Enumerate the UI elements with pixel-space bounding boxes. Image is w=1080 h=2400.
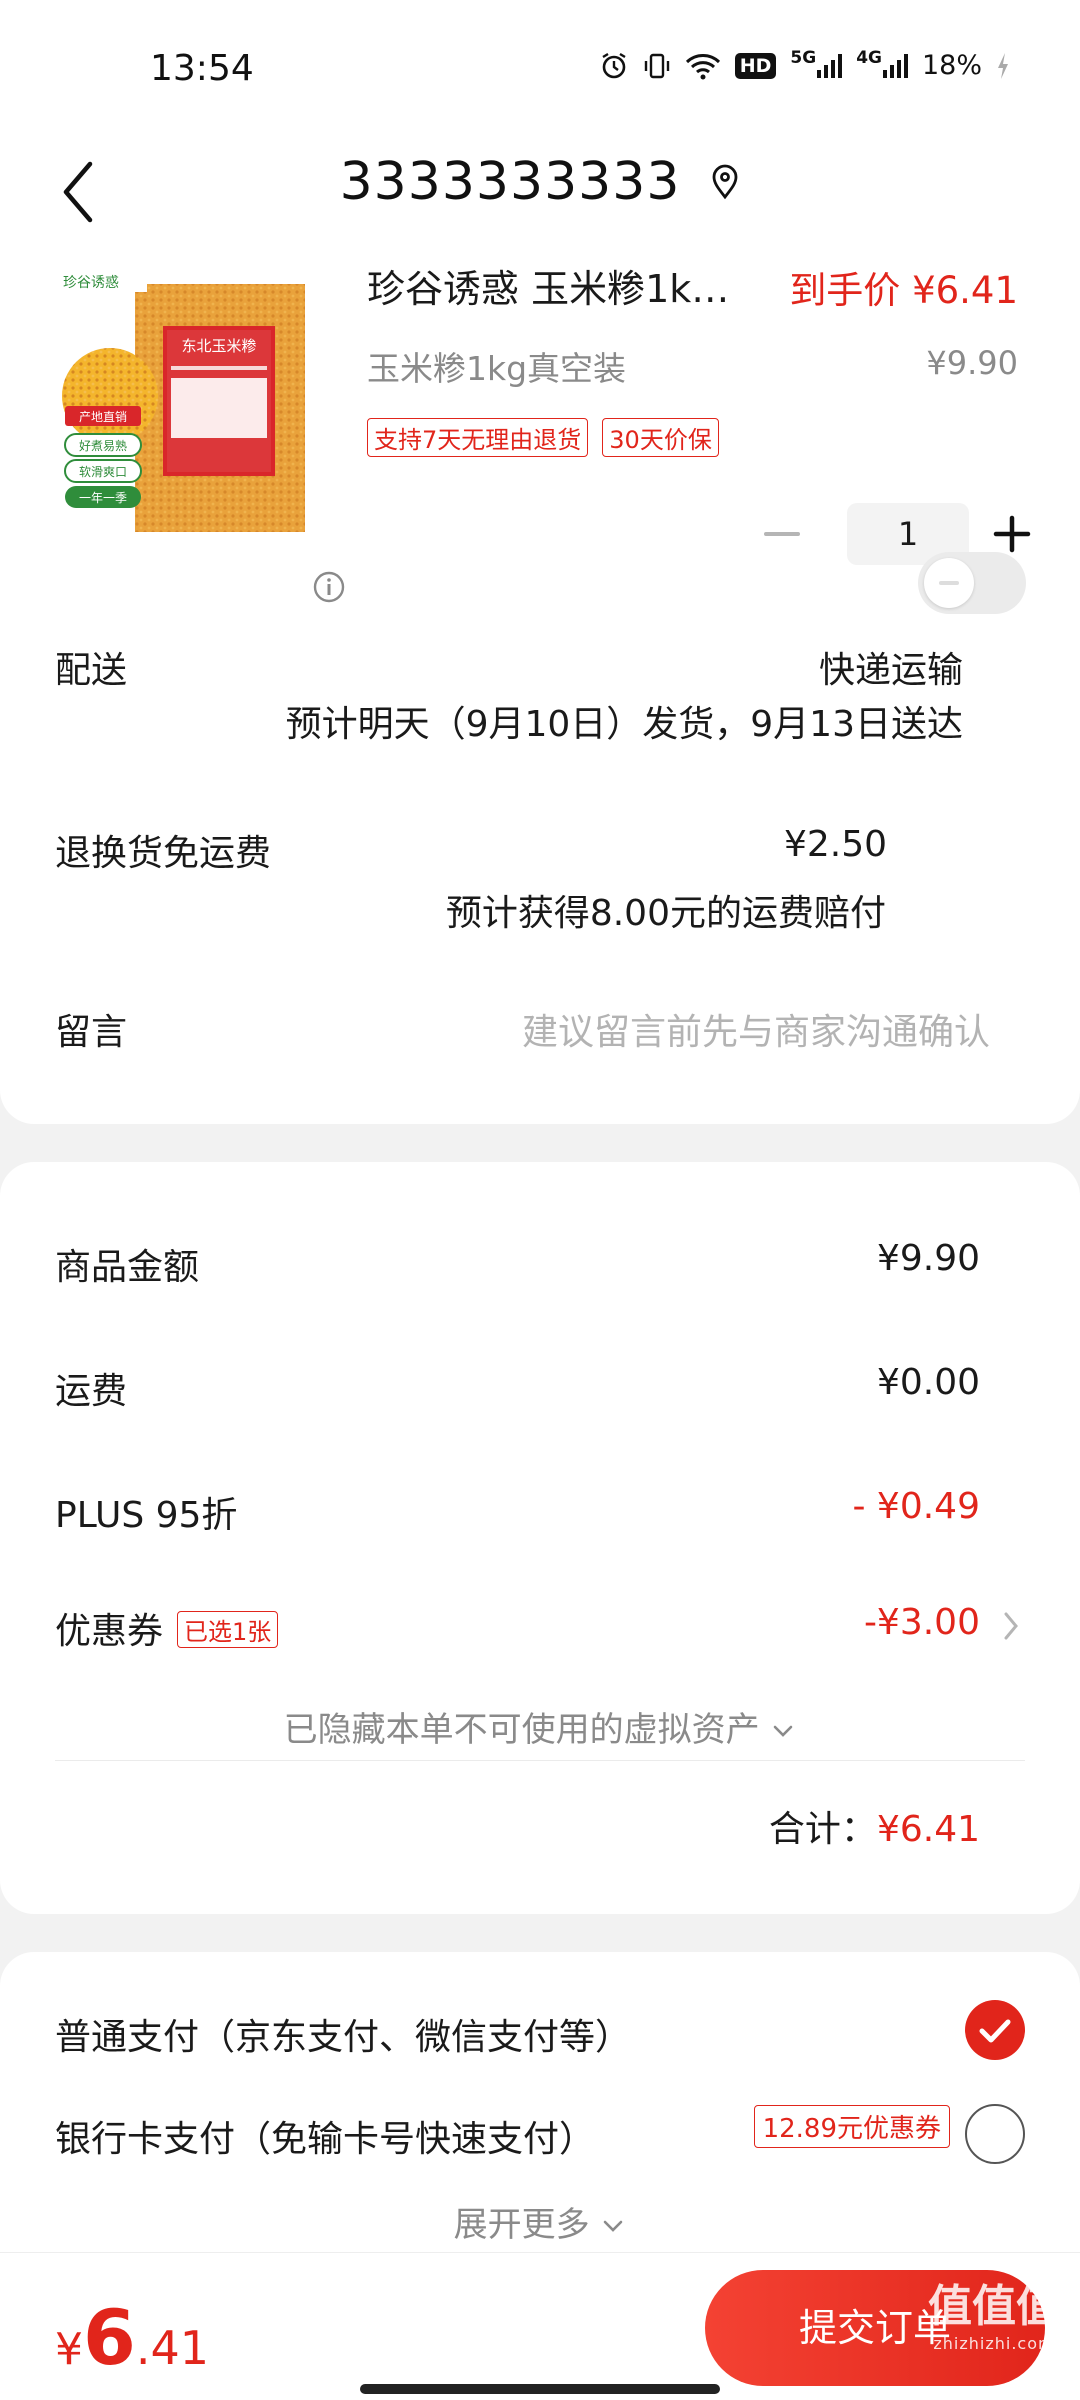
return-shipping-toggle[interactable] [918, 552, 1026, 614]
coupon-value: -¥3.00 [863, 1602, 980, 1643]
chevron-down-icon [774, 1725, 793, 1737]
watermark: 值值值 zhizhizhi.com [928, 2270, 1060, 2353]
hd-badge: HD [734, 52, 777, 79]
status-bar: 13:54 HD 5G 4G 18% [0, 0, 1080, 140]
shipping-fee-value: ¥0.00 [876, 1362, 980, 1403]
original-price: ¥9.90 [926, 344, 1018, 382]
shipping-fee-label: 运费 [55, 1371, 128, 1412]
product-spec: 玉米糁1kg真空装 [367, 349, 627, 388]
info-icon[interactable] [312, 570, 346, 604]
checkout-bar: ¥6.41 提交订单 [0, 2252, 1080, 2400]
total-row: 合计：¥6.41 [769, 1800, 980, 1852]
delivery-label: 配送 [55, 650, 128, 691]
package-ribbon: 产地直销 [79, 410, 127, 424]
network-5g-label: 5G [790, 47, 817, 68]
hidden-assets-text: 已隐藏本单不可使用的虚拟资产 [283, 1710, 760, 1750]
product-image[interactable]: 东北玉米糁 珍谷诱惑 产地直销 好煮易熟 软滑爽口 一年一季 [55, 266, 335, 536]
status-time: 13:54 [150, 48, 254, 89]
bottom-total-price: ¥6.41 [55, 2293, 209, 2382]
alarm-icon [599, 51, 629, 81]
product-title[interactable]: 珍谷诱惑 玉米糁1kg真空装 [367, 258, 747, 313]
fee-breakdown-card: 商品金额 ¥9.90 运费 ¥0.00 PLUS 95折 - ¥0.49 优惠券… [0, 1162, 1080, 1914]
coupon-selected-tag: 已选1张 [177, 1610, 279, 1648]
package-badge-3: 一年一季 [79, 491, 127, 505]
price-integer: 6 [83, 2293, 136, 2382]
return-shipping-label: 退换货免运费 [55, 833, 272, 874]
package-label: 东北玉米糁 [181, 337, 256, 355]
chevron-down-icon [604, 2220, 623, 2232]
home-indicator[interactable] [360, 2384, 720, 2394]
location-pin-icon[interactable] [710, 164, 740, 200]
total-value: ¥6.41 [876, 1809, 980, 1850]
goods-amount-row: 商品金额 ¥9.90 [55, 1238, 980, 1288]
divider [55, 1760, 1025, 1761]
goods-amount-value: ¥9.90 [876, 1238, 980, 1279]
service-tags: 支持7天无理由退货 30天价保 [367, 418, 719, 457]
radio-unchecked-icon[interactable] [965, 2104, 1025, 2164]
page-title: 3333333333 [339, 152, 681, 212]
chevron-right-icon [1004, 1612, 1018, 1640]
plus-discount-label: PLUS 95折 [55, 1495, 238, 1536]
battery-text: 18% [921, 50, 982, 81]
toggle-knob [924, 558, 974, 608]
payment-method-card: 普通支付（京东支付、微信支付等） 银行卡支付（免输卡号快速支付） 12.89元优… [0, 1952, 1080, 2262]
watermark-sub: zhizhizhi.com [933, 2334, 1055, 2353]
radio-checked-icon[interactable] [965, 2000, 1025, 2060]
delivery-method[interactable]: 快递运输 [819, 641, 963, 693]
message-label: 留言 [55, 1012, 128, 1053]
coupon-row[interactable]: 优惠券 已选1张 -¥3.00 [55, 1602, 1018, 1652]
return-policy-tag: 支持7天无理由退货 [367, 418, 589, 457]
return-shipping-note: 预计获得8.00元的运费赔付 [445, 893, 886, 934]
goods-amount-label: 商品金额 [55, 1247, 200, 1288]
decrease-button[interactable] [752, 503, 812, 565]
shipping-fee-row: 运费 ¥0.00 [55, 1362, 980, 1412]
signal-5g-icon: 5G [790, 48, 843, 80]
network-4g-label: 4G [856, 47, 882, 68]
order-info-card: 东北玉米糁 珍谷诱惑 产地直销 好煮易熟 软滑爽口 一年一季 珍谷诱惑 玉米糁1… [0, 258, 1080, 1124]
watermark-text: 值值值 [928, 2281, 1060, 2332]
deal-price: 到手价 ¥6.41 [789, 269, 1018, 312]
hidden-assets-toggle[interactable]: 已隐藏本单不可使用的虚拟资产 [0, 1702, 1080, 1751]
total-label: 合计： [768, 1809, 877, 1850]
delivery-eta: 预计明天（9月10日）发货，9月13日送达 [285, 704, 963, 745]
bank-coupon-tag: 12.89元优惠券 [753, 2105, 950, 2148]
payment-option-normal[interactable]: 普通支付（京东支付、微信支付等） [55, 2008, 631, 2060]
plus-discount-row: PLUS 95折 - ¥0.49 [55, 1486, 980, 1536]
wifi-icon [685, 52, 721, 80]
charging-icon [996, 51, 1010, 81]
vibrate-icon [643, 51, 671, 81]
price-protect-tag: 30天价保 [602, 418, 719, 457]
return-shipping-price: ¥2.50 [783, 824, 887, 865]
currency-symbol: ¥ [55, 2324, 83, 2375]
expand-more-button[interactable]: 展开更多 [0, 2197, 1080, 2246]
expand-more-text: 展开更多 [453, 2205, 590, 2245]
minus-icon [764, 532, 800, 536]
price-decimal: .41 [135, 2321, 210, 2375]
package-badge-2: 软滑爽口 [79, 465, 127, 479]
message-input[interactable]: 建议留言前先与商家沟通确认 [522, 1003, 990, 1055]
signal-4g-icon: 4G [856, 48, 908, 80]
package-badge-1: 好煮易熟 [79, 438, 127, 453]
status-icons: HD 5G 4G 18% [599, 48, 1010, 81]
nav-bar: 3333333333 [0, 140, 1080, 260]
coupon-label: 优惠券 [55, 1611, 164, 1652]
payment-option-bank[interactable]: 银行卡支付（免输卡号快速支付） [55, 2110, 595, 2162]
plus-discount-value: - ¥0.49 [852, 1486, 981, 1527]
brand-logo-text: 珍谷诱惑 [63, 275, 119, 291]
